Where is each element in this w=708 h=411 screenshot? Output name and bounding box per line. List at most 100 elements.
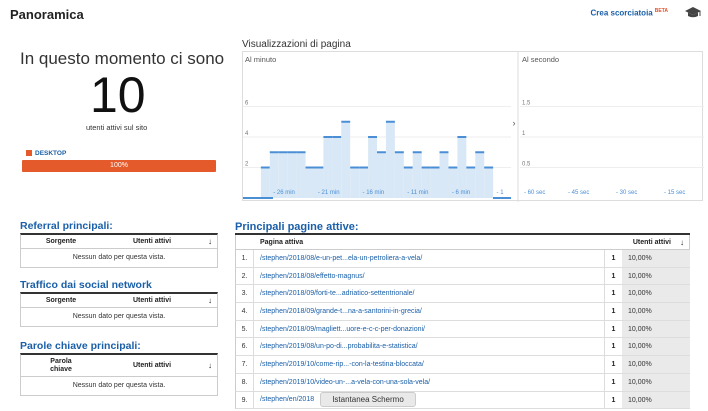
bar — [439, 152, 449, 198]
x-tick-label: - 30 sec — [616, 190, 637, 196]
sort-arrow-icon[interactable]: ↓ — [203, 237, 217, 246]
keywords-title: Parole chiave principali: — [20, 340, 141, 352]
page-path-link[interactable]: /stephen/2018/08/e-un-pet...ela-un-petro… — [254, 255, 604, 262]
page-path-head: /stephen/en/2018 — [260, 396, 315, 404]
page-path-link[interactable]: /stephen/2019/08/un-po-di...probabilita-… — [254, 343, 604, 350]
per-minute-title: Al minuto — [245, 55, 276, 64]
referral-table: Sorgente Utenti attivi ↓ Nessun dato per… — [20, 233, 218, 268]
row-count: 1 — [604, 320, 622, 338]
sort-arrow-icon[interactable]: ↓ — [203, 361, 217, 370]
social-title: Traffico dai social network — [20, 279, 152, 291]
row-count: 1 — [604, 373, 622, 391]
row-index: 9. — [236, 391, 254, 409]
keywords-col-users[interactable]: Utenti attivi — [101, 362, 203, 369]
bar — [260, 167, 270, 198]
x-tick-label: - 16 min — [363, 190, 385, 196]
x-tick-label: - 21 min — [318, 190, 340, 196]
keywords-empty: Nessun dato per questa vista. — [72, 382, 166, 389]
page-path-link[interactable]: /stephen/2018/09/magliett...uore-e-c-c-p… — [254, 326, 604, 333]
social-empty: Nessun dato per questa vista. — [72, 313, 166, 320]
create-shortcut-link[interactable]: Crea scorciatoia BETA — [590, 8, 668, 18]
x-tick-label: - 15 sec — [664, 190, 685, 196]
row-percent: 10,00% — [622, 320, 690, 338]
row-index: 8. — [236, 373, 254, 391]
row-count: 1 — [604, 285, 622, 303]
page-path-link[interactable]: /stephen/2019/10/come-rip...-con-la-test… — [254, 361, 604, 368]
referral-col-users[interactable]: Utenti attivi — [101, 238, 203, 245]
bar — [394, 152, 404, 198]
row-percent: 10,00% — [622, 285, 690, 303]
screenshot-tooltip: Istantanea Schermo — [320, 392, 416, 407]
row-count: 1 — [604, 338, 622, 356]
bar — [457, 137, 467, 198]
graduation-cap-icon[interactable] — [684, 4, 702, 20]
page-path-link[interactable]: /stephen/en/2018noa/ — [254, 396, 604, 403]
bar — [368, 137, 377, 198]
table-row: 1./stephen/2018/08/e-un-pet...ela-un-pet… — [235, 250, 690, 268]
row-percent: 10,00% — [622, 267, 690, 285]
y-tick-label: 1 — [522, 131, 526, 137]
row-count: 1 — [604, 250, 622, 267]
sort-arrow-icon[interactable]: ↓ — [675, 238, 689, 247]
keywords-col-keyword[interactable]: Parola chiave — [21, 358, 101, 374]
bar — [305, 167, 315, 198]
social-header: Sorgente Utenti attivi ↓ — [21, 294, 217, 308]
x-tick-label: - 6 min — [452, 190, 470, 196]
y-tick-label: 2 — [245, 162, 249, 168]
create-shortcut-label: Crea scorciatoia — [590, 8, 653, 18]
col-active-page[interactable]: Pagina attiva — [236, 239, 603, 246]
bar — [296, 152, 306, 198]
device-label: DESKTOP — [35, 150, 67, 157]
page-path-link[interactable]: /stephen/2018/08/effetto-magnus/ — [254, 273, 604, 280]
row-count: 1 — [604, 391, 622, 409]
y-tick-label: 6 — [245, 101, 249, 107]
page-path-link[interactable]: /stephen/2019/10/video-un-...a-vela-con-… — [254, 379, 604, 386]
social-table: Sorgente Utenti attivi ↓ Nessun dato per… — [20, 292, 218, 327]
sort-arrow-icon[interactable]: ↓ — [203, 296, 217, 305]
col-active-users[interactable]: Utenti attivi — [603, 239, 675, 246]
x-tick-label: - 26 min — [273, 190, 295, 196]
active-users-subtitle: utenti attivi sul sito — [86, 123, 148, 132]
top-bar: Panoramica Crea scorciatoia BETA — [0, 0, 708, 30]
referral-header: Sorgente Utenti attivi ↓ — [21, 235, 217, 249]
chart-scroll-arrow[interactable]: › — [509, 118, 519, 132]
bar — [385, 121, 395, 198]
x-tick-label: - 11 min — [407, 190, 428, 196]
active-pages-header: Pagina attiva Utenti attivi ↓ — [235, 235, 690, 250]
device-legend: DESKTOP — [26, 150, 66, 157]
table-row: 4./stephen/2018/09/grande-t...na-a-santo… — [235, 303, 690, 321]
row-count: 1 — [604, 303, 622, 320]
page-path-link[interactable]: /stephen/2018/09/forti-te...adriatico-se… — [254, 290, 604, 297]
page-title: Panoramica — [10, 7, 84, 22]
row-percent: 10,00% — [622, 338, 690, 356]
active-pages-title: Principali pagine attive: — [235, 221, 359, 233]
row-index: 6. — [236, 338, 254, 356]
table-row: 9./stephen/en/2018noa/110,00% — [235, 391, 690, 410]
row-index: 7. — [236, 356, 254, 373]
bar — [341, 121, 351, 198]
table-row: 8./stephen/2019/10/video-un-...a-vela-co… — [235, 373, 690, 392]
row-index: 5. — [236, 320, 254, 338]
active-pages-rows: 1./stephen/2018/08/e-un-pet...ela-un-pet… — [235, 250, 690, 410]
pageviews-chart: Al minuto Al secondo 6 4 2 - 26 min - 21 min - … — [242, 51, 704, 202]
device-progress-bar: 100% — [22, 160, 216, 172]
active-users-count: 10 — [90, 67, 146, 123]
per-second-title: Al secondo — [522, 55, 559, 64]
keywords-table: Parola chiave Utenti attivi ↓ Nessun dat… — [20, 353, 218, 396]
referral-col-source[interactable]: Sorgente — [21, 238, 101, 245]
bar — [323, 137, 333, 198]
row-index: 3. — [236, 285, 254, 303]
row-percent: 10,00% — [622, 303, 690, 320]
page-path-link[interactable]: /stephen/2018/09/grande-t...na-a-santori… — [254, 308, 604, 315]
keywords-header: Parola chiave Utenti attivi ↓ — [21, 355, 217, 377]
x-tick-label: - 60 sec — [524, 190, 545, 196]
social-col-source[interactable]: Sorgente — [21, 297, 101, 304]
bar — [350, 167, 360, 198]
pageviews-chart-svg: Al minuto Al secondo 6 4 2 - 26 min - 21 min - … — [243, 52, 704, 202]
desktop-swatch — [26, 150, 32, 156]
row-index: 2. — [236, 267, 254, 285]
table-row: 6./stephen/2019/08/un-po-di...probabilit… — [235, 338, 690, 357]
bar — [332, 137, 342, 198]
table-row: 7./stephen/2019/10/come-rip...-con-la-te… — [235, 356, 690, 374]
social-col-users[interactable]: Utenti attivi — [101, 297, 203, 304]
